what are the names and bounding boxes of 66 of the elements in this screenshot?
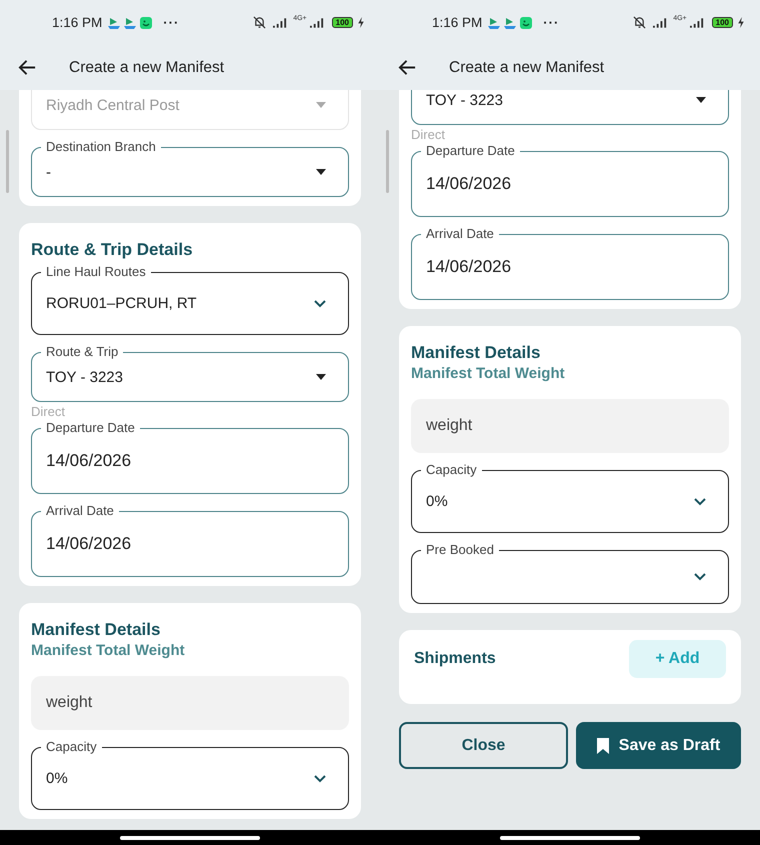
field-label: Capacity: [41, 739, 102, 755]
scrollbar: [6, 130, 9, 193]
field-value: 14/06/2026: [46, 534, 132, 554]
chevron-down-icon: [694, 498, 706, 506]
charging-icon: [358, 17, 364, 28]
section-subtitle: Manifest Total Weight: [31, 642, 186, 659]
chevron-down-icon: [314, 300, 326, 308]
weight-input[interactable]: weight: [411, 399, 729, 453]
bookmark-icon: [596, 738, 609, 754]
section-title: Shipments: [414, 650, 496, 668]
dropdown-triangle-icon: [316, 374, 326, 380]
app-notification-icon: [504, 16, 516, 28]
field-label: Capacity: [421, 462, 482, 478]
field-value: 14/06/2026: [426, 257, 512, 277]
field-value: Riyadh Central Post: [46, 96, 180, 114]
app-notification-icon: [140, 16, 152, 28]
more-notifications: ···: [543, 15, 560, 30]
field-label: Departure Date: [41, 420, 140, 436]
select-field[interactable]: TOY - 3223: [411, 90, 729, 125]
app-notification-icon: [520, 16, 532, 28]
field-label: Departure Date: [421, 143, 520, 159]
field-value: 0%: [46, 770, 68, 787]
screen-title: Create a new Manifest: [69, 58, 224, 76]
section-title: Route & Trip Details: [31, 240, 194, 260]
field-value: RORU01–PCRUH, RT: [46, 295, 197, 312]
home-indicator[interactable]: [120, 836, 260, 840]
scrollbar: [386, 130, 389, 193]
status-time: 1:16 PM: [52, 15, 102, 30]
battery-indicator: 100: [712, 17, 733, 28]
home-indicator[interactable]: [500, 836, 640, 840]
field-value: TOY - 3223: [426, 92, 503, 108]
more-notifications: ···: [163, 15, 180, 30]
signal-icon: [690, 18, 705, 28]
helper-text: Direct: [31, 404, 66, 419]
battery-indicator: 100: [332, 17, 353, 28]
dropdown-triangle-icon: [316, 169, 326, 175]
field-value: 14/06/2026: [426, 174, 512, 194]
save-draft-button[interactable]: Save as Draft: [576, 722, 741, 769]
bell-muted-icon: [253, 16, 266, 29]
back-arrow-icon[interactable]: [398, 58, 417, 77]
close-button[interactable]: Close: [399, 722, 568, 769]
helper-text: Direct: [411, 127, 446, 142]
field-value: 14/06/2026: [46, 451, 132, 471]
chevron-down-icon: [314, 774, 326, 782]
signal-icon: [310, 18, 325, 28]
back-arrow-icon[interactable]: [18, 58, 37, 77]
signal-icon: [653, 18, 668, 28]
charging-icon: [738, 17, 744, 28]
status-time: 1:16 PM: [432, 15, 482, 30]
section-title: Manifest Details: [411, 343, 542, 363]
app-notification-icon: [108, 16, 120, 28]
bell-muted-icon: [633, 16, 646, 29]
field-label: Route & Trip: [41, 344, 124, 360]
section-subtitle: Manifest Total Weight: [411, 365, 566, 382]
weight-input[interactable]: weight: [31, 676, 349, 730]
dropdown-triangle-icon: [316, 102, 326, 108]
field-value: -: [46, 164, 51, 180]
section-title: Manifest Details: [31, 620, 162, 640]
signal-icon: [273, 18, 288, 28]
field-value: TOY - 3223: [46, 368, 123, 386]
app-notification-icon: [124, 16, 136, 28]
dropdown-triangle-icon: [696, 97, 706, 103]
app-notification-icon: [488, 16, 500, 28]
field-value: 0%: [426, 493, 448, 510]
chevron-down-icon: [694, 573, 706, 581]
screen-title: Create a new Manifest: [449, 58, 604, 76]
